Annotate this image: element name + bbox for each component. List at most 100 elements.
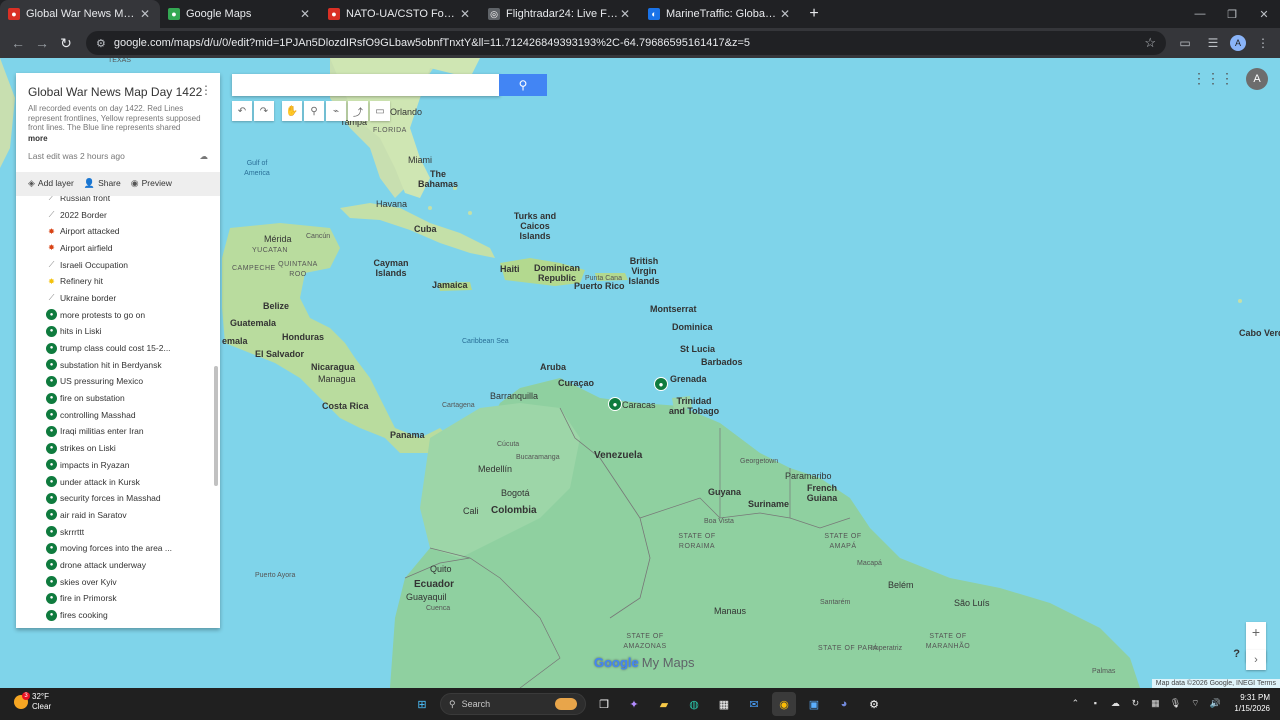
app-icon[interactable]: ▣ (802, 692, 826, 716)
discord-icon[interactable]: ◕ (832, 692, 856, 716)
layer-item[interactable]: ● controlling Masshad (16, 406, 220, 423)
panel-menu-icon[interactable]: ⋮ (200, 83, 212, 97)
layer-item[interactable]: ⟋ Ukraine border (16, 290, 220, 307)
back-icon[interactable]: ← (6, 31, 30, 55)
task-view-icon[interactable]: ❐ (592, 692, 616, 716)
layer-item[interactable]: ● security forces in Masshad (16, 490, 220, 507)
close-tab-icon[interactable]: ✕ (138, 7, 152, 21)
file-explorer-icon[interactable]: ▰ (652, 692, 676, 716)
forward-icon[interactable]: → (30, 31, 54, 55)
directions-icon[interactable]: ⤴ (348, 101, 368, 121)
layer-item[interactable]: ● drone attack underway (16, 557, 220, 574)
layer-item[interactable]: ● strikes on Liski (16, 440, 220, 457)
volume-icon[interactable]: 🔊 (1208, 698, 1222, 709)
tab-nato-force[interactable]: ● NATO-UA/CSTO Force Dispositi ✕ (320, 0, 480, 28)
maximize-icon[interactable]: ❐ (1216, 0, 1248, 28)
layer-item[interactable]: ● trump class could cost 15-2... (16, 340, 220, 357)
sync-icon[interactable]: ↻ (1128, 698, 1142, 709)
map-search-input[interactable] (232, 74, 500, 96)
account-avatar[interactable]: A (1246, 68, 1268, 90)
minimize-icon[interactable]: — (1184, 0, 1216, 28)
chrome-icon[interactable]: ◉ (772, 692, 796, 716)
taskbar-search[interactable]: ⚲ Search (440, 693, 586, 715)
layer-item[interactable]: ● air raid in Saratov (16, 507, 220, 524)
layer-item[interactable]: ● impacts in Ryazan (16, 457, 220, 474)
layer-item[interactable]: ● fires cooking (16, 607, 220, 624)
menu-kebab-icon[interactable]: ⋮ (1252, 32, 1274, 54)
layer-item[interactable]: ⟋ Russian front (16, 196, 220, 207)
map-marker-pin[interactable]: ● (608, 397, 622, 411)
layer-item[interactable]: ● US pressuring Mexico (16, 373, 220, 390)
layer-item[interactable]: ● hits in Liski (16, 323, 220, 340)
close-tab-icon[interactable]: ✕ (298, 7, 312, 21)
layer-item[interactable]: ✸ Refinery hit (16, 273, 220, 290)
microphone-icon[interactable]: 🎙 (1168, 698, 1182, 709)
layer-item[interactable]: ● skrrrttt (16, 523, 220, 540)
reload-icon[interactable]: ↻ (54, 31, 78, 55)
draw-line-icon[interactable]: ⌁ (326, 101, 346, 121)
tab-flightradar[interactable]: ◎ Flightradar24: Live Flight Tracke ✕ (480, 0, 640, 28)
profile-avatar[interactable]: A (1230, 35, 1246, 51)
share-button[interactable]: 👤 Share (84, 178, 121, 189)
layer-item[interactable]: ● under attack in Kursk (16, 473, 220, 490)
map-canvas[interactable]: TEXAS Tampa Orlando FLORIDA Gulf of Amer… (0, 58, 1280, 688)
windows-start-icon[interactable]: ⊞ (410, 692, 434, 716)
tray-app-icon[interactable]: ▦ (1148, 698, 1162, 709)
map-title[interactable]: Global War News Map Day 1422 (28, 85, 208, 99)
layer-item[interactable]: ✸ Airport attacked (16, 223, 220, 240)
add-layer-button[interactable]: ◈ Add layer (28, 178, 74, 189)
site-info-icon[interactable]: ⚙ (96, 37, 106, 50)
bookmark-star-icon[interactable]: ☆ (1144, 35, 1156, 51)
layer-item[interactable]: ● moving forces into the area ... (16, 540, 220, 557)
show-hidden-icons[interactable]: ⌃ (1068, 698, 1082, 709)
tab-google-maps[interactable]: ● Google Maps ✕ (160, 0, 320, 28)
layer-item[interactable]: ● substation hit in Berdyansk (16, 356, 220, 373)
google-apps-icon[interactable]: ⋮⋮⋮ (1192, 70, 1234, 87)
close-window-icon[interactable]: ✕ (1248, 0, 1280, 28)
pan-hand-icon[interactable]: ✋ (282, 101, 302, 121)
layer-item[interactable]: ⟋ Israeli Occupation (16, 256, 220, 273)
close-tab-icon[interactable]: ✕ (618, 7, 632, 21)
close-tab-icon[interactable]: ✕ (458, 7, 472, 21)
redo-icon[interactable]: ↷ (254, 101, 274, 121)
collapse-arrow-icon[interactable]: › (1246, 650, 1266, 670)
new-tab-button[interactable]: + (800, 0, 828, 28)
close-tab-icon[interactable]: ✕ (778, 7, 792, 21)
layer-item[interactable]: ● Iraqi militias enter Iran (16, 423, 220, 440)
add-marker-icon[interactable]: ⚲ (304, 101, 324, 121)
reading-list-icon[interactable]: ☰ (1202, 32, 1224, 54)
panel-scrollbar[interactable] (214, 366, 218, 486)
tray-app-icon[interactable]: ▪ (1088, 698, 1102, 708)
side-panel-icon[interactable]: ▭ (1174, 32, 1196, 54)
layer-item[interactable]: ⟋ 2022 Border (16, 206, 220, 223)
wifi-icon[interactable]: ⌔ (1188, 698, 1202, 709)
tab-global-war-news[interactable]: ● Global War News Map Day 1422 ✕ (0, 0, 160, 28)
mail-icon[interactable]: ✉ (742, 692, 766, 716)
map-search-button[interactable]: ⚲ (499, 74, 547, 96)
layer-item[interactable]: ● skies over Kyiv (16, 573, 220, 590)
map-label: Guayaquil (406, 592, 447, 602)
map-marker-pin[interactable]: ● (654, 377, 668, 391)
undo-icon[interactable]: ↶ (232, 101, 252, 121)
layer-item[interactable]: ● fire on substation (16, 390, 220, 407)
more-link[interactable]: more (28, 134, 208, 143)
copilot-icon[interactable]: ✦ (622, 692, 646, 716)
map-label: Cuba (414, 224, 437, 234)
steam-icon[interactable]: ⚙ (862, 692, 886, 716)
cloud-icon[interactable]: ☁ (1108, 698, 1122, 709)
layer-item[interactable]: ✸ Airport airfield (16, 240, 220, 257)
weather-widget[interactable]: 3 32°F Clear (14, 692, 51, 712)
tab-marinetraffic[interactable]: ◐ MarineTraffic: Global Ship Track ✕ (640, 0, 800, 28)
layer-item[interactable]: ● fire in Primorsk (16, 590, 220, 607)
edge-icon[interactable]: ◍ (682, 692, 706, 716)
zoom-in-button[interactable]: + (1246, 622, 1266, 642)
clock[interactable]: 9:31 PM 1/15/2026 (1234, 692, 1270, 714)
terms-link[interactable]: Terms (1257, 680, 1276, 687)
weather-sun-icon: 3 (14, 692, 30, 709)
address-bar[interactable]: ⚙ google.com/maps/d/u/0/edit?mid=1PJAn5D… (86, 31, 1166, 55)
preview-button[interactable]: ◉ Preview (131, 178, 172, 189)
measure-icon[interactable]: ▭ (370, 101, 390, 121)
layer-item[interactable]: ● more protests to go on (16, 306, 220, 323)
store-icon[interactable]: ▦ (712, 692, 736, 716)
help-icon[interactable]: ? (1233, 648, 1240, 660)
